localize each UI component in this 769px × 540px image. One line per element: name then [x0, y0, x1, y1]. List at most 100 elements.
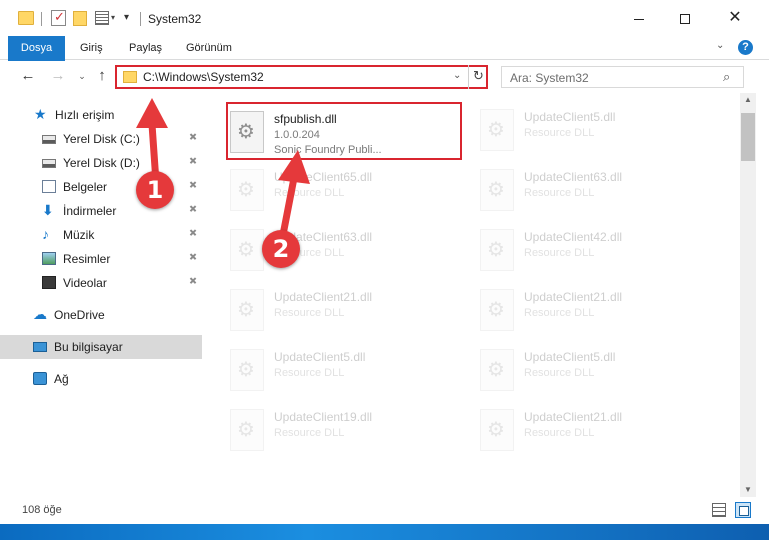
- file-name: UpdateClient21.dll: [524, 290, 623, 304]
- navigation-pane: ★ Hızlı erişim Yerel Disk (C:) ✚ Yerel D…: [0, 93, 205, 497]
- address-dropdown-icon[interactable]: ⌄: [453, 70, 461, 81]
- sidebar-item-label: OneDrive: [54, 308, 105, 322]
- sidebar-item-quick-access[interactable]: ★ Hızlı erişim: [0, 103, 202, 127]
- sidebar-item-local-disk-c[interactable]: Yerel Disk (C:) ✚: [0, 127, 202, 151]
- recent-locations-icon[interactable]: ⌄: [72, 71, 92, 82]
- scroll-up-icon[interactable]: ▲: [744, 95, 752, 104]
- scroll-down-icon[interactable]: ▼: [744, 485, 752, 494]
- pin-icon: ✚: [185, 226, 200, 241]
- sidebar-item-downloads[interactable]: ⬇ İndirmeler ✚: [0, 199, 202, 223]
- forward-button[interactable]: →: [48, 67, 68, 84]
- folder-icon: [123, 71, 137, 83]
- file-description: Resource DLL: [274, 367, 345, 379]
- sidebar-item-label: Müzik: [63, 228, 95, 242]
- pin-icon: ✚: [185, 178, 200, 193]
- file-item[interactable]: UpdateClient63.dll Resource DLL: [478, 162, 714, 220]
- sidebar-item-onedrive[interactable]: ☁ OneDrive: [0, 303, 202, 327]
- ribbon-expand-icon[interactable]: ⌄: [716, 40, 724, 51]
- sidebar-item-music[interactable]: ♪ Müzik ✚: [0, 223, 202, 247]
- file-item[interactable]: UpdateClient5.dll Resource DLL: [478, 102, 714, 160]
- file-item[interactable]: UpdateClient42.dll Resource DLL: [478, 222, 714, 280]
- file-name: UpdateClient5.dll: [524, 350, 616, 364]
- toolbar-divider: [41, 12, 42, 26]
- minimize-icon: [634, 18, 644, 20]
- onedrive-icon: ☁: [33, 306, 47, 322]
- file-item[interactable]: UpdateClient21.dll Resource DLL: [228, 282, 464, 340]
- search-icon[interactable]: ⌕: [723, 69, 730, 85]
- dll-file-icon: [480, 349, 514, 391]
- search-placeholder: Ara: System32: [510, 71, 589, 85]
- search-input[interactable]: Ara: System32 ⌕: [501, 66, 744, 88]
- this-pc-icon: [33, 342, 47, 352]
- sidebar-item-pictures[interactable]: Resimler ✚: [0, 247, 202, 271]
- file-item[interactable]: UpdateClient19.dll Resource DLL: [228, 402, 464, 460]
- file-name: UpdateClient65.dll: [274, 170, 373, 184]
- annotation-badge-2: 2: [262, 230, 300, 268]
- file-item[interactable]: UpdateClient21.dll Resource DLL: [478, 402, 714, 460]
- pin-icon: ✚: [185, 130, 200, 145]
- file-item[interactable]: UpdateClient5.dll Resource DLL: [228, 342, 464, 400]
- network-icon: [33, 372, 47, 385]
- up-button[interactable]: ↑: [92, 67, 112, 84]
- sidebar-item-label: Belgeler: [63, 180, 108, 194]
- file-item-sfpublish[interactable]: sfpublish.dll 1.0.0.204 Sonic Foundry Pu…: [226, 102, 462, 160]
- file-name: UpdateClient19.dll: [274, 410, 373, 424]
- file-name: UpdateClient5.dll: [274, 350, 366, 364]
- sidebar-item-label: Bu bilgisayar: [54, 340, 123, 354]
- file-name: UpdateClient21.dll: [274, 290, 373, 304]
- large-icons-view-icon[interactable]: [735, 502, 751, 518]
- file-description: Resource DLL: [524, 367, 595, 379]
- properties-check-icon[interactable]: [51, 9, 66, 26]
- sidebar-item-network[interactable]: Ağ: [0, 367, 202, 391]
- sidebar-item-videos[interactable]: Videolar ✚: [0, 271, 202, 295]
- address-bar[interactable]: C:\Windows\System32 ⌄ ↻: [115, 65, 488, 89]
- sidebar-item-label: Yerel Disk (C:): [63, 132, 140, 146]
- sidebar-item-this-pc[interactable]: Bu bilgisayar: [0, 335, 202, 359]
- file-description: Resource DLL: [274, 427, 345, 439]
- file-item[interactable]: UpdateClient65.dll Resource DLL: [228, 162, 464, 220]
- dll-file-icon: [480, 289, 514, 331]
- tab-home[interactable]: Giriş: [68, 36, 115, 60]
- file-name: sfpublish.dll: [274, 112, 337, 126]
- new-folder-icon[interactable]: [73, 11, 87, 26]
- sidebar-item-local-disk-d[interactable]: Yerel Disk (D:) ✚: [0, 151, 202, 175]
- back-button[interactable]: ←: [18, 67, 38, 84]
- sidebar-item-label: Videolar: [63, 276, 107, 290]
- download-icon: ⬇: [42, 202, 54, 218]
- maximize-icon: [680, 14, 690, 25]
- sidebar-item-label: İndirmeler: [63, 204, 117, 218]
- pin-icon: ✚: [185, 250, 200, 265]
- details-view-icon[interactable]: [712, 503, 726, 517]
- tab-view[interactable]: Görünüm: [174, 36, 244, 60]
- file-name: UpdateClient63.dll: [524, 170, 623, 184]
- file-list: sfpublish.dll 1.0.0.204 Sonic Foundry Pu…: [206, 93, 740, 497]
- star-icon: ★: [34, 106, 47, 122]
- tab-share[interactable]: Paylaş: [117, 36, 174, 60]
- customize-toolbar-icon[interactable]: ▾: [124, 12, 129, 32]
- music-icon: ♪: [42, 226, 49, 242]
- file-description: Resource DLL: [524, 187, 595, 199]
- properties-icon[interactable]: [95, 11, 109, 25]
- minimize-button[interactable]: [616, 0, 662, 36]
- close-button[interactable]: ✕: [712, 0, 758, 36]
- file-item[interactable]: UpdateClient21.dll Resource DLL: [478, 282, 714, 340]
- annotation-badge-1: 1: [136, 171, 174, 209]
- refresh-button[interactable]: ↻: [468, 65, 488, 89]
- vertical-scrollbar[interactable]: ▲ ▼: [740, 93, 756, 497]
- file-name: UpdateClient21.dll: [524, 410, 623, 424]
- maximize-button[interactable]: [662, 0, 708, 36]
- help-icon[interactable]: ?: [738, 40, 753, 55]
- file-name: UpdateClient42.dll: [524, 230, 623, 244]
- properties-dropdown-icon[interactable]: ▾: [111, 13, 115, 33]
- file-item[interactable]: UpdateClient5.dll Resource DLL: [478, 342, 714, 400]
- file-description: Resource DLL: [274, 187, 345, 199]
- dll-file-icon: [480, 169, 514, 211]
- file-version: 1.0.0.204: [274, 129, 320, 141]
- dll-file-icon: [230, 111, 264, 153]
- pictures-icon: [42, 252, 56, 265]
- dll-file-icon: [480, 229, 514, 271]
- sidebar-item-label: Ağ: [54, 372, 69, 386]
- scroll-thumb[interactable]: [741, 113, 755, 161]
- address-path[interactable]: C:\Windows\System32: [143, 70, 264, 84]
- file-description: Resource DLL: [524, 427, 595, 439]
